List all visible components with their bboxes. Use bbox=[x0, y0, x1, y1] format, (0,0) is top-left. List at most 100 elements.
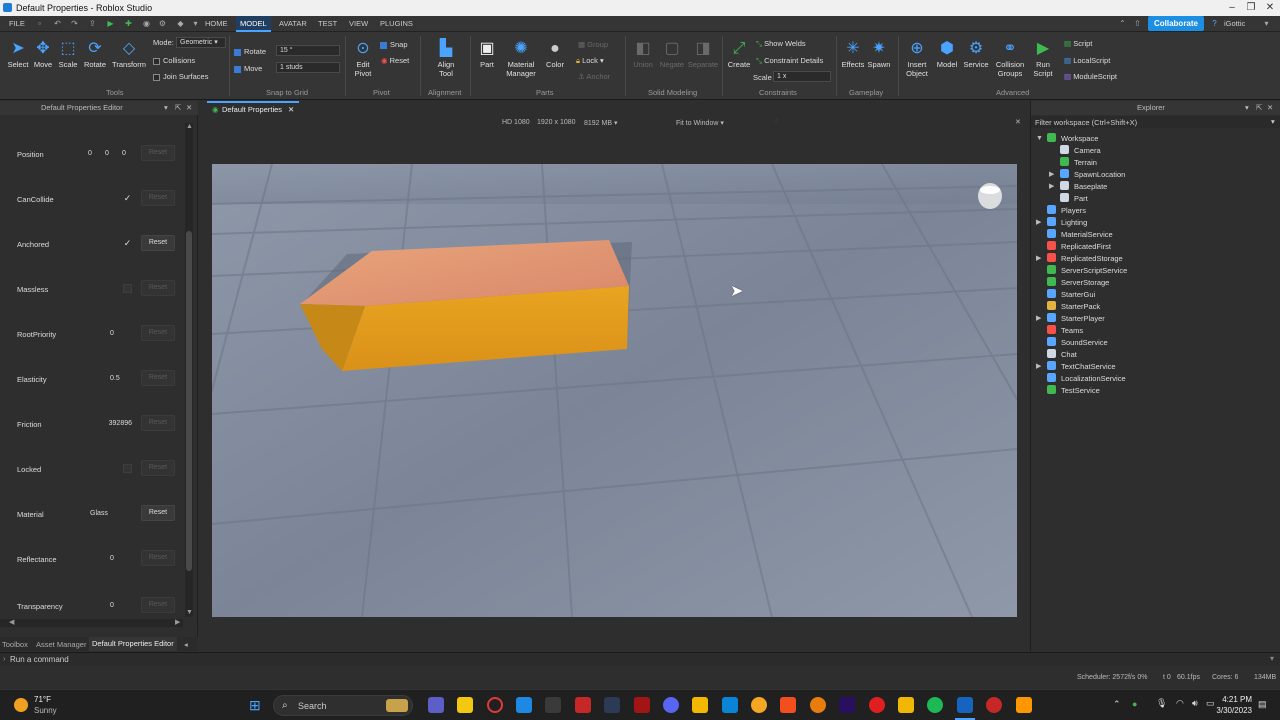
effects-button[interactable]: ✳ Effects bbox=[840, 40, 866, 69]
panel-dropdown-icon[interactable]: ▾ bbox=[164, 103, 168, 112]
maximize-icon[interactable]: ❐ bbox=[1244, 1, 1258, 14]
dropdown-icon[interactable]: ▾ bbox=[191, 19, 200, 28]
reset-button[interactable]: Reset bbox=[141, 550, 175, 566]
app-circle-icon[interactable] bbox=[986, 697, 1002, 713]
collapse-arrow-icon[interactable]: ▼ bbox=[1036, 133, 1043, 145]
reflectance-value[interactable]: 0 bbox=[110, 555, 114, 562]
service-button[interactable]: ⚙ Service bbox=[961, 40, 991, 69]
filter-dropdown-icon[interactable]: ▾ bbox=[1271, 117, 1275, 126]
tab-avatar[interactable]: AVATAR bbox=[279, 19, 307, 28]
color-button[interactable]: ● Color bbox=[543, 40, 567, 69]
3d-viewport[interactable]: ➤ bbox=[212, 164, 1017, 617]
explorer-item-startergui[interactable]: StarterGui bbox=[1031, 289, 1280, 301]
blender-icon[interactable] bbox=[810, 697, 826, 713]
explorer-item-starterpack[interactable]: StarterPack bbox=[1031, 301, 1280, 313]
select-tool-button[interactable]: ➤ Select bbox=[6, 40, 30, 69]
transform-tool-button[interactable]: ◇ Transform bbox=[110, 40, 148, 69]
scrollbar-thumb[interactable] bbox=[186, 231, 192, 571]
play-icon[interactable]: ▶ bbox=[106, 19, 115, 28]
reset-button[interactable]: Reset bbox=[141, 280, 175, 296]
explorer-undock-icon[interactable]: ⇱ bbox=[1256, 103, 1262, 112]
tab-home[interactable]: HOME bbox=[205, 19, 228, 28]
collisions-checkbox[interactable]: Collisions bbox=[153, 56, 195, 65]
anchored-checkbox[interactable]: ✓ bbox=[123, 239, 132, 248]
file-explorer-icon[interactable] bbox=[457, 697, 473, 713]
vlc-icon[interactable] bbox=[1016, 697, 1032, 713]
reset-button[interactable]: Reset bbox=[141, 415, 175, 431]
constraint-details-toggle[interactable]: ⤡ Constraint Details bbox=[756, 56, 823, 66]
scroll-left-icon[interactable]: ◀ bbox=[9, 618, 14, 626]
opera-gx-icon[interactable] bbox=[869, 697, 885, 713]
tray-app-icon[interactable]: ● bbox=[1132, 699, 1137, 709]
menu-file[interactable]: FILE bbox=[9, 19, 25, 28]
reset-button[interactable]: Reset bbox=[141, 597, 175, 613]
explorer-dropdown-icon[interactable]: ▾ bbox=[1245, 103, 1249, 112]
explorer-item-part[interactable]: Part bbox=[1031, 193, 1280, 205]
reset-button[interactable]: Reset bbox=[141, 145, 175, 161]
part-button[interactable]: ▣ Part bbox=[476, 40, 498, 69]
explorer-item-materialservice[interactable]: MaterialService bbox=[1031, 229, 1280, 241]
premiere-icon[interactable] bbox=[839, 697, 855, 713]
command-bar[interactable]: › Run a command ▾ bbox=[0, 652, 1280, 666]
command-dropdown-icon[interactable]: ▾ bbox=[1270, 654, 1274, 663]
reset-button[interactable]: Reset bbox=[141, 325, 175, 341]
weather-temp[interactable]: 71°F bbox=[34, 695, 51, 704]
insert-object-button[interactable]: ⊕ Insert Object bbox=[903, 40, 931, 78]
tray-chevron-icon[interactable]: ⌃ bbox=[1113, 699, 1121, 710]
horizontal-scrollbar[interactable] bbox=[0, 619, 183, 627]
massless-checkbox[interactable] bbox=[123, 284, 132, 293]
tab-model[interactable]: MODEL bbox=[236, 16, 271, 32]
separate-button[interactable]: ◨ Separate bbox=[687, 40, 719, 69]
reset-button[interactable]: Reset bbox=[141, 460, 175, 476]
discord-icon[interactable] bbox=[663, 697, 679, 713]
close-icon[interactable]: ✕ bbox=[1263, 1, 1277, 14]
tab-scroll-icon[interactable]: ◂ bbox=[184, 640, 188, 649]
figma-icon[interactable] bbox=[780, 697, 796, 713]
volume-icon[interactable]: 🔊︎ bbox=[1192, 698, 1198, 709]
explorer-item-soundservice[interactable]: SoundService bbox=[1031, 337, 1280, 349]
fit-dropdown[interactable]: Fit to Window ▾ bbox=[676, 119, 724, 127]
position-z[interactable]: 0 bbox=[122, 150, 126, 157]
user-name[interactable]: iGottic bbox=[1224, 19, 1245, 28]
vscode-icon[interactable] bbox=[722, 697, 738, 713]
reset-button[interactable]: Reset bbox=[141, 370, 175, 386]
expand-arrow-icon[interactable]: ▶ bbox=[1049, 169, 1054, 181]
roblox-studio-taskbar-icon[interactable] bbox=[957, 697, 973, 713]
explorer-item-teams[interactable]: Teams bbox=[1031, 325, 1280, 337]
anchor-button[interactable]: ⚓︎ Anchor bbox=[578, 72, 610, 81]
show-welds-toggle[interactable]: ⤡ Show Welds bbox=[756, 39, 806, 49]
notification-icon[interactable]: ▤ bbox=[1258, 699, 1267, 710]
lock-button[interactable]: 🔒︎ Lock ▾ bbox=[576, 56, 604, 66]
panel-undock-icon[interactable]: ⇱ bbox=[175, 103, 181, 112]
app-yellow-icon[interactable] bbox=[692, 697, 708, 713]
tab-close-icon[interactable]: ✕ bbox=[288, 105, 294, 114]
localscript-button[interactable]: ▤ LocalScript bbox=[1064, 56, 1110, 65]
cancollide-checkbox[interactable]: ✓ bbox=[123, 194, 132, 203]
expand-arrow-icon[interactable]: ▶ bbox=[1049, 181, 1054, 193]
undo-icon[interactable]: ↶ bbox=[53, 19, 62, 28]
tab-default-properties-editor[interactable]: Default Properties Editor bbox=[89, 637, 177, 651]
explorer-filter-input[interactable]: Filter workspace (Ctrl+Shift+X) ▾ bbox=[1031, 116, 1280, 128]
model-button[interactable]: ⬢ Model bbox=[935, 40, 959, 69]
explorer-item-starterplayer[interactable]: ▶ StarterPlayer bbox=[1031, 313, 1280, 325]
edit-pivot-button[interactable]: ⊙ Edit Pivot bbox=[350, 40, 376, 78]
scroll-up-icon[interactable]: ▲ bbox=[186, 123, 193, 130]
explorer-item-players[interactable]: Players bbox=[1031, 205, 1280, 217]
collision-groups-button[interactable]: ⚭ Collision Groups bbox=[992, 40, 1028, 78]
rotate-device-icon[interactable]: ◌ bbox=[774, 118, 778, 125]
user-dropdown-icon[interactable]: ▾ bbox=[1262, 19, 1271, 28]
app-shield-icon[interactable] bbox=[898, 697, 914, 713]
stop-icon[interactable]: ◆ bbox=[176, 19, 185, 28]
negate-button[interactable]: ▢ Negate bbox=[658, 40, 686, 69]
tab-default-properties[interactable]: ◉ Default Properties ✕ bbox=[207, 101, 299, 115]
transparency-value[interactable]: 0 bbox=[110, 602, 114, 609]
minimize-icon[interactable]: – bbox=[1225, 1, 1239, 14]
constraint-scale-input[interactable]: 1 x bbox=[773, 71, 831, 82]
material-value[interactable]: Glass bbox=[90, 510, 108, 517]
run-icon[interactable]: ✚ bbox=[124, 19, 133, 28]
explorer-close-icon[interactable]: ✕ bbox=[1267, 103, 1273, 112]
mode-dropdown[interactable]: Geometric ▾ bbox=[176, 37, 226, 48]
new-file-icon[interactable]: ▫ bbox=[35, 19, 44, 28]
tab-plugins[interactable]: PLUGINS bbox=[380, 19, 413, 28]
explorer-item-camera[interactable]: Camera bbox=[1031, 145, 1280, 157]
